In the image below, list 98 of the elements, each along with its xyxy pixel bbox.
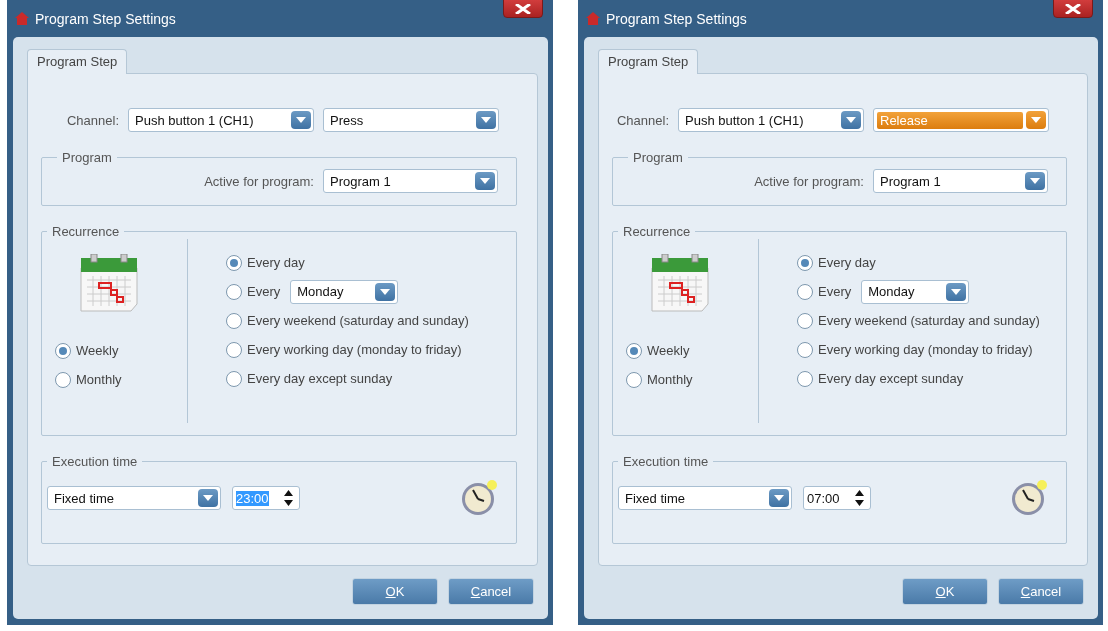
window-title: Program Step Settings — [606, 10, 747, 27]
radio-button[interactable] — [226, 341, 242, 358]
group-title: Execution time — [51, 454, 139, 469]
action-dropdown[interactable]: Press — [323, 108, 499, 132]
dropdown-arrow-button[interactable] — [198, 489, 218, 507]
dropdown-arrow-button[interactable] — [841, 111, 861, 129]
radio-label: Every weekend (saturday and sunday) — [818, 313, 1040, 328]
clock-icon — [1010, 479, 1048, 517]
combo-value: Fixed time — [54, 490, 115, 506]
caret-icon — [296, 117, 306, 123]
radio-label: Every — [818, 284, 852, 299]
close-button[interactable] — [503, 0, 543, 18]
caret-icon — [380, 288, 391, 295]
combo-value: Monday — [868, 284, 916, 299]
day-dropdown[interactable]: Monday — [861, 279, 970, 304]
program-dropdown[interactable]: Program 1 — [323, 169, 498, 193]
dropdown-arrow-button[interactable] — [769, 489, 789, 507]
dropdown-arrow-button[interactable] — [946, 282, 967, 301]
radio-label: Monthly — [647, 372, 693, 387]
group-title: Recurrence — [51, 224, 121, 239]
caret-icon — [203, 495, 213, 501]
combo-value: Push button 1 (CH1) — [135, 112, 255, 128]
dialog-button[interactable]: OK — [902, 578, 988, 605]
home-icon — [15, 12, 29, 25]
program-dropdown[interactable]: Program 1 — [873, 169, 1048, 193]
radio-button[interactable] — [797, 283, 813, 300]
dropdown-arrow-button[interactable] — [1025, 172, 1045, 190]
spinner-icon[interactable] — [284, 490, 293, 506]
dialog-button[interactable]: Cancel — [448, 578, 534, 605]
dropdown-arrow-button[interactable] — [475, 172, 495, 190]
combo-value: Press — [330, 112, 365, 128]
radio-button[interactable] — [226, 283, 242, 300]
radio-label: Every day — [247, 255, 305, 270]
caret-icon — [1030, 178, 1040, 184]
radio-label: Weekly — [647, 343, 690, 358]
time-mode-dropdown[interactable]: Fixed time — [47, 486, 221, 510]
combo-value: Fixed time — [625, 490, 686, 506]
caret-icon — [1031, 117, 1041, 123]
tab[interactable]: Program Step — [27, 49, 128, 74]
dialog-button[interactable]: Cancel — [998, 578, 1084, 605]
close-icon — [515, 4, 531, 14]
calendar-icon — [79, 254, 139, 312]
day-dropdown[interactable]: Monday — [290, 279, 399, 304]
radio-button[interactable] — [226, 254, 242, 271]
radio-button[interactable] — [226, 370, 242, 387]
group-title: Program — [61, 150, 113, 165]
radio-button[interactable] — [797, 312, 813, 329]
radio-label: Every day except sunday — [247, 371, 393, 386]
time-field[interactable]: 07:00 — [803, 486, 871, 510]
close-icon — [1065, 4, 1081, 14]
radio-button[interactable] — [626, 371, 642, 388]
dialog-button[interactable]: OK — [352, 578, 438, 605]
radio-button[interactable] — [55, 342, 71, 359]
caret-icon — [481, 117, 491, 123]
radio-label: Weekly — [76, 343, 119, 358]
radio-button[interactable] — [797, 341, 813, 358]
dropdown-arrow-button[interactable] — [291, 111, 311, 129]
radio-label: Every working day (monday to friday) — [818, 342, 1033, 357]
calendar-icon — [650, 254, 710, 312]
window-title: Program Step Settings — [35, 10, 176, 27]
field-label: Channel: — [66, 112, 119, 128]
channel-dropdown[interactable]: Push button 1 (CH1) — [678, 108, 864, 132]
radio-button[interactable] — [626, 342, 642, 359]
radio-button[interactable] — [797, 254, 813, 271]
combo-value: Push button 1 (CH1) — [685, 112, 805, 128]
radio-label: Every day — [818, 255, 876, 270]
combo-value: Release — [877, 111, 1023, 129]
radio-label: Every day except sunday — [818, 371, 964, 386]
home-icon — [586, 12, 600, 25]
combo-value: Program 1 — [330, 173, 392, 189]
time-mode-dropdown[interactable]: Fixed time — [618, 486, 792, 510]
caret-icon — [774, 495, 784, 501]
tab[interactable]: Program Step — [598, 49, 699, 74]
clock-icon — [460, 479, 498, 517]
group-title: Execution time — [622, 454, 710, 469]
channel-dropdown[interactable]: Push button 1 (CH1) — [128, 108, 314, 132]
close-button[interactable] — [1053, 0, 1093, 18]
field-label: Active for program: — [754, 173, 864, 189]
radio-button[interactable] — [797, 370, 813, 387]
caret-icon — [951, 288, 962, 295]
field-label: Active for program: — [204, 173, 314, 189]
group-title: Program — [632, 150, 684, 165]
group-title: Recurrence — [622, 224, 692, 239]
radio-button[interactable] — [226, 312, 242, 329]
caret-icon — [480, 178, 490, 184]
dropdown-arrow-button[interactable] — [476, 111, 496, 129]
caret-icon — [846, 117, 856, 123]
radio-label: Every working day (monday to friday) — [247, 342, 462, 357]
spinner-icon[interactable] — [855, 490, 864, 506]
radio-button[interactable] — [55, 371, 71, 388]
combo-value: Monday — [297, 284, 345, 299]
dropdown-arrow-button[interactable] — [375, 282, 396, 301]
radio-label: Every weekend (saturday and sunday) — [247, 313, 469, 328]
dropdown-arrow-button[interactable] — [1026, 111, 1046, 129]
radio-label: Monthly — [76, 372, 122, 387]
combo-value: Program 1 — [880, 173, 942, 189]
radio-label: Every — [247, 284, 281, 299]
field-label: Channel: — [616, 112, 669, 128]
